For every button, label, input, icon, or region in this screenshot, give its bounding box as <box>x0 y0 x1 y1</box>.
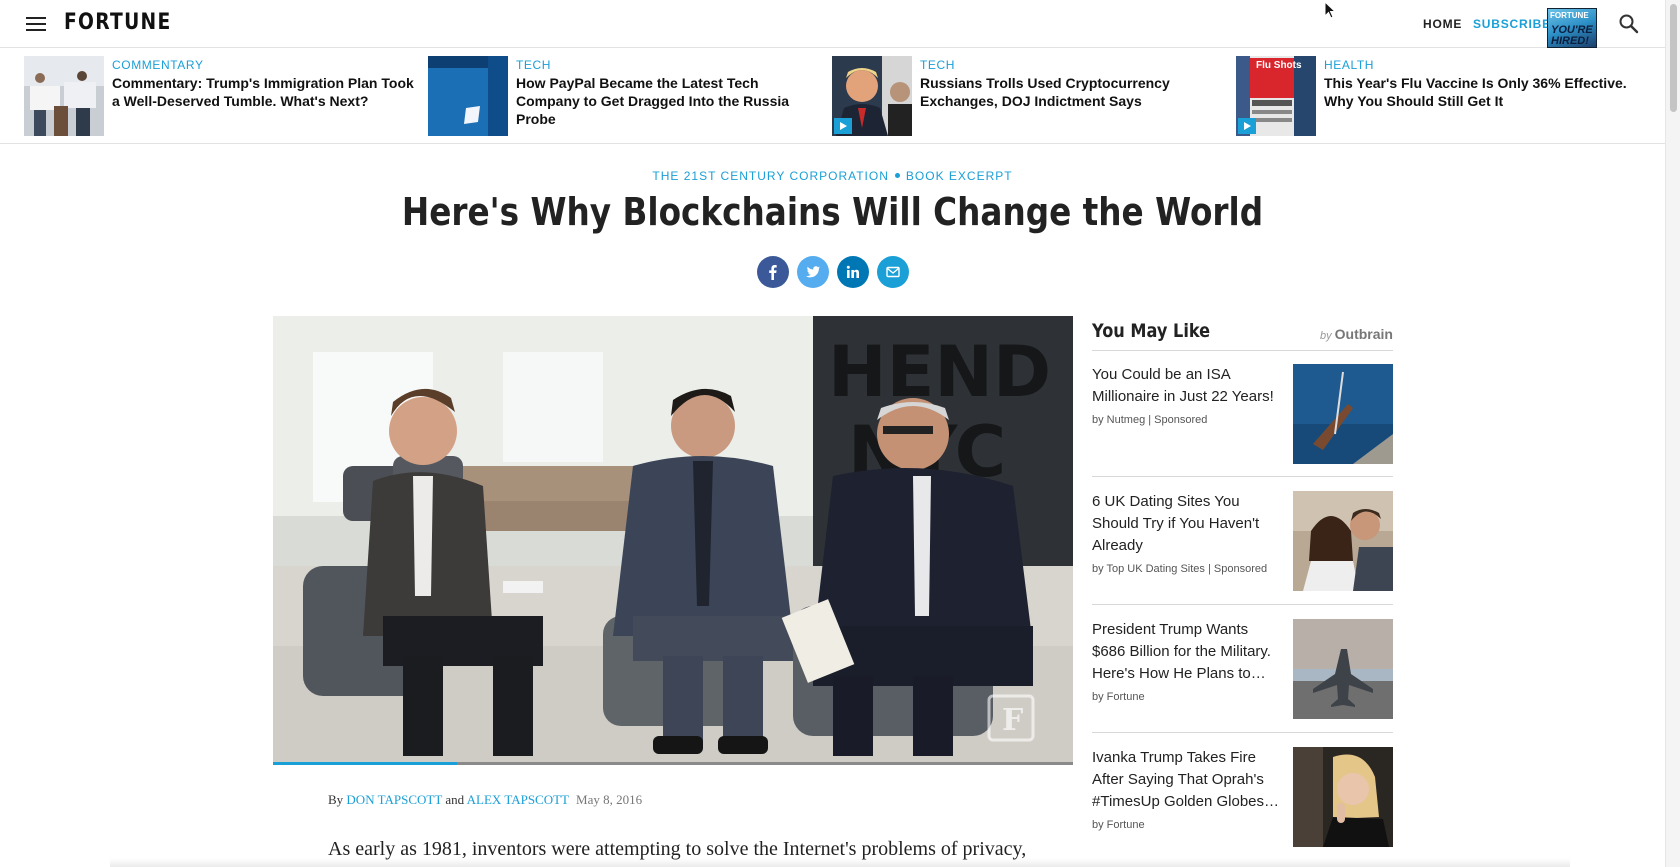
recommended-item[interactable]: You Could be an ISA Millionaire in Just … <box>1092 364 1393 468</box>
author-link[interactable]: ALEX TAPSCOTT <box>467 792 569 807</box>
magazine-cover-title: FORTUNE <box>1550 11 1589 20</box>
article-kicker: THE 21ST CENTURY CORPORATION BOOK EXCERPT <box>0 169 1665 183</box>
recommended-item[interactable]: President Trump Wants $686 Billion for t… <box>1092 619 1393 723</box>
article-headline: Here's Why Blockchains Will Change the W… <box>401 190 1264 234</box>
recommended-item[interactable]: Ivanka Trump Takes Fire After Saying Tha… <box>1092 747 1393 851</box>
menu-icon[interactable] <box>26 17 46 31</box>
video-watermark-text: F <box>1002 703 1023 738</box>
email-icon[interactable] <box>877 256 909 288</box>
recommended-title[interactable]: Ivanka Trump Takes Fire After Saying Tha… <box>1092 747 1282 813</box>
sidebar-title: You May Like <box>1092 320 1211 342</box>
trending-category: TECH <box>920 58 956 72</box>
trending-category: COMMENTARY <box>112 58 204 72</box>
recommended-thumbnail-fighter-jet <box>1293 619 1393 719</box>
sidebar-divider <box>1092 604 1393 605</box>
recommended-thumbnail-yacht <box>1293 364 1393 464</box>
svg-text:HEND: HEND <box>828 331 1051 413</box>
recommended-title[interactable]: 6 UK Dating Sites You Should Try if You … <box>1092 491 1282 557</box>
bottom-fade-overlay <box>110 858 1570 867</box>
section-link[interactable]: THE 21ST CENTURY CORPORATION <box>652 169 888 183</box>
recommended-source: by Nutmeg | Sponsored <box>1092 414 1208 426</box>
fortune-logo[interactable]: FORTUNE <box>64 10 172 35</box>
video-frame-interview-scene: HEND NYC <box>273 316 1073 765</box>
page-scrollbar[interactable] <box>1665 0 1680 867</box>
linkedin-icon[interactable] <box>837 256 869 288</box>
scrollbar-thumb[interactable] <box>1670 4 1677 112</box>
recommended-title[interactable]: President Trump Wants $686 Billion for t… <box>1092 619 1282 685</box>
video-progress-bar[interactable] <box>273 762 1073 765</box>
outbrain-attribution[interactable]: by Outbrain <box>1320 326 1393 342</box>
trending-story[interactable]: TECH Russians Trolls Used Cryptocurrency… <box>832 56 1222 136</box>
sidebar-divider <box>1092 732 1393 733</box>
magazine-cover-thumbnail[interactable]: FORTUNE YOU'RE HIRED! <box>1547 8 1597 48</box>
trending-category: HEALTH <box>1324 58 1375 72</box>
trending-thumbnail-paypal <box>428 56 508 136</box>
recommended-source: by Fortune <box>1092 691 1145 703</box>
recommended-source: by Fortune <box>1092 819 1145 831</box>
video-progress-fill <box>273 762 457 765</box>
trending-title[interactable]: Russians Trolls Used Cryptocurrency Exch… <box>920 74 1225 110</box>
nav-home-link[interactable]: HOME <box>1423 17 1462 31</box>
mouse-cursor-icon <box>1324 0 1338 21</box>
trending-story[interactable]: Flu Shots HEALTH This Year's Flu Vaccine… <box>1236 56 1636 136</box>
nav-subscribe-link[interactable]: SUBSCRIBE <box>1473 17 1551 31</box>
video-play-icon <box>1238 118 1256 134</box>
magazine-cover-headline: YOU'RE HIRED! <box>1551 24 1593 47</box>
trending-story[interactable]: TECH How PayPal Became the Latest Tech C… <box>428 56 818 136</box>
video-play-icon <box>834 118 852 134</box>
recommended-thumbnail-portrait <box>1293 747 1393 847</box>
outbrain-logo: Outbrain <box>1334 326 1393 342</box>
recommended-title[interactable]: You Could be an ISA Millionaire in Just … <box>1092 364 1282 408</box>
article-byline: By DON TAPSCOTT and ALEX TAPSCOTT May 8,… <box>328 792 642 808</box>
trending-title[interactable]: Commentary: Trump's Immigration Plan Too… <box>112 74 417 110</box>
trending-stories-strip: COMMENTARY Commentary: Trump's Immigrati… <box>0 48 1665 144</box>
byline-and: and <box>445 792 465 807</box>
trending-title[interactable]: How PayPal Became the Latest Tech Compan… <box>516 74 821 128</box>
recommended-item[interactable]: 6 UK Dating Sites You Should Try if You … <box>1092 491 1393 595</box>
sidebar-divider <box>1092 476 1393 477</box>
top-navigation-bar: FORTUNE HOME SUBSCRIBE FORTUNE YOU'RE HI… <box>0 0 1665 48</box>
article-video-player[interactable]: HEND NYC <box>273 316 1073 765</box>
recommended-thumbnail-couple <box>1293 491 1393 591</box>
article-date: May 8, 2016 <box>576 792 643 807</box>
byline-prefix: By <box>328 792 344 807</box>
subsection-link[interactable]: BOOK EXCERPT <box>906 169 1013 183</box>
trending-title[interactable]: This Year's Flu Vaccine Is Only 36% Effe… <box>1324 74 1629 110</box>
twitter-icon[interactable] <box>797 256 829 288</box>
trending-story[interactable]: COMMENTARY Commentary: Trump's Immigrati… <box>24 56 414 136</box>
trending-category: TECH <box>516 58 552 72</box>
outbrain-by-label: by <box>1319 330 1332 342</box>
kicker-separator-dot <box>894 173 900 178</box>
flu-shots-sign-text: Flu Shots <box>1256 60 1302 71</box>
trending-thumbnail-politician <box>832 56 912 136</box>
trending-thumbnail-protest <box>24 56 104 136</box>
search-icon[interactable] <box>1618 13 1640 35</box>
trending-thumbnail-flu-shots: Flu Shots <box>1236 56 1316 136</box>
author-link[interactable]: DON TAPSCOTT <box>346 792 442 807</box>
facebook-icon[interactable] <box>757 256 789 288</box>
sidebar-divider <box>1092 350 1393 351</box>
recommended-source: by Top UK Dating Sites | Sponsored <box>1092 563 1268 575</box>
